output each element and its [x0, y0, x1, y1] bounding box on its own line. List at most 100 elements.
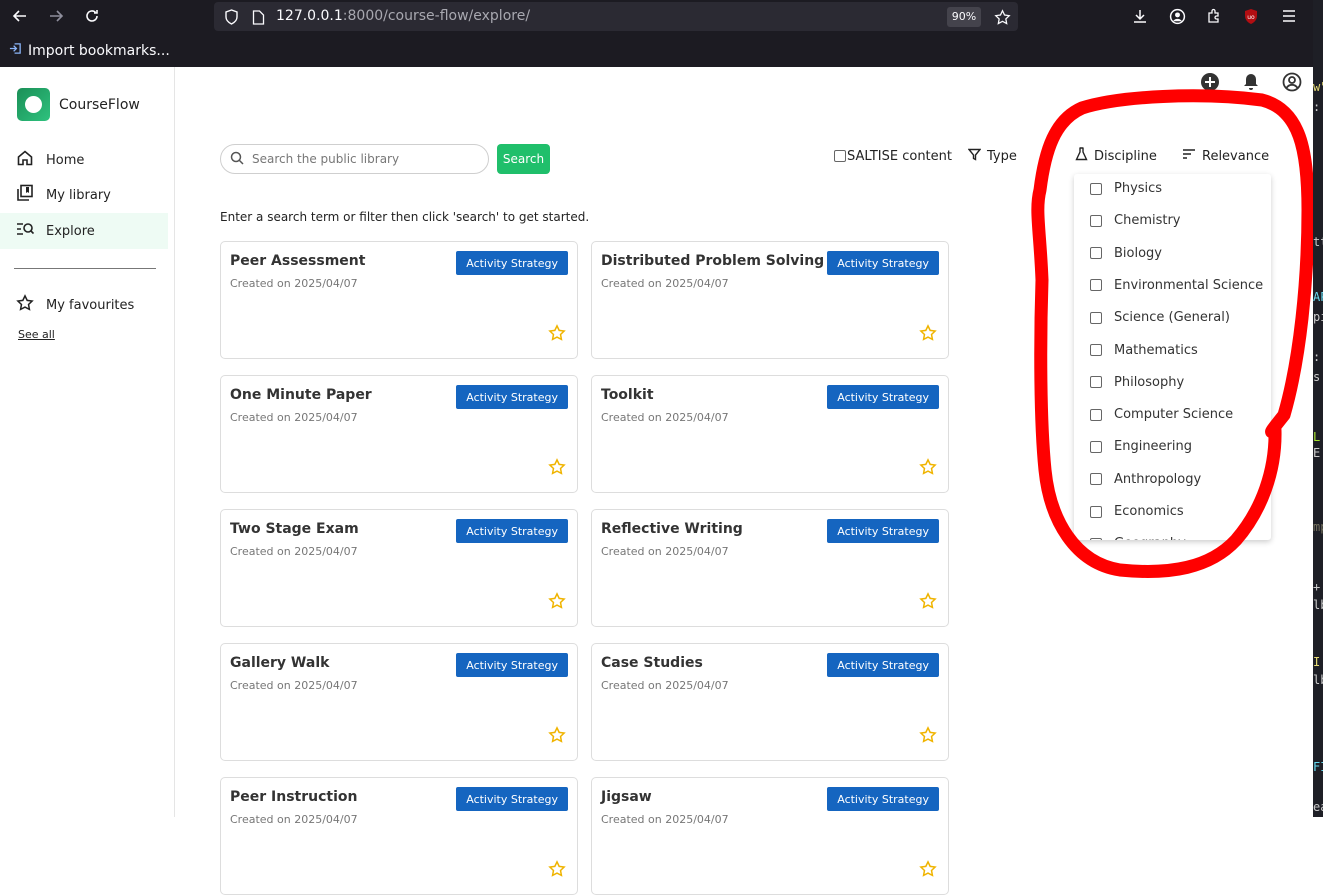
downloads-icon[interactable] — [1129, 5, 1151, 27]
favourite-star-icon[interactable] — [919, 860, 937, 878]
favourite-star-icon[interactable] — [548, 860, 566, 878]
bookmark-star-icon[interactable] — [991, 6, 1013, 28]
resource-card[interactable]: Toolkit Created on 2025/04/07 Activity Str… — [591, 375, 949, 493]
menu-icon[interactable] — [1278, 5, 1300, 27]
saltise-filter[interactable]: SALTISE content — [834, 145, 952, 167]
resource-card[interactable]: Peer Instruction Created on 2025/04/07 Act… — [220, 777, 578, 895]
discipline-option[interactable]: Anthropology — [1090, 472, 1201, 487]
discipline-option-label: Anthropology — [1114, 471, 1202, 487]
bell-icon[interactable] — [1240, 71, 1262, 93]
favourite-star-icon[interactable] — [548, 324, 566, 342]
resource-card[interactable]: Jigsaw Created on 2025/04/07 Activity Stra… — [591, 777, 949, 895]
discipline-option[interactable]: Environmental Science — [1090, 278, 1263, 293]
account-icon[interactable] — [1281, 71, 1303, 93]
discipline-option[interactable]: Philosophy — [1090, 375, 1184, 390]
discipline-option[interactable]: Computer Science — [1090, 407, 1233, 422]
favourite-star-icon[interactable] — [919, 324, 937, 342]
discipline-checkbox[interactable] — [1090, 214, 1102, 227]
search-box[interactable] — [220, 144, 489, 174]
import-icon — [9, 42, 22, 59]
discipline-checkbox[interactable] — [1090, 182, 1102, 195]
card-title[interactable]: Peer Assessment — [230, 253, 365, 269]
import-bookmarks-link[interactable]: Import bookmarks... — [9, 42, 170, 59]
ublock-icon[interactable]: uo — [1240, 5, 1262, 27]
forward-arrow-icon[interactable] — [45, 5, 67, 27]
resource-card[interactable]: Reflective Writing Created on 2025/04/07 A… — [591, 509, 949, 627]
discipline-option-label: Engineering — [1114, 439, 1192, 455]
card-title[interactable]: Distributed Problem Solving — [601, 253, 824, 269]
discipline-option-label: Philosophy — [1114, 374, 1185, 390]
card-date: Created on 2025/04/07 — [601, 545, 729, 558]
search-input[interactable] — [252, 152, 472, 166]
discipline-option[interactable]: Mathematics — [1090, 343, 1198, 358]
discipline-option[interactable]: Chemistry — [1090, 213, 1181, 228]
sidebar-item-my-favourites[interactable]: My favourites — [0, 287, 168, 323]
card-title[interactable]: Case Studies — [601, 655, 703, 671]
sidebar-item-my-library[interactable]: My library — [0, 177, 168, 213]
shield-icon[interactable] — [220, 6, 242, 28]
star-outline-icon — [16, 294, 34, 316]
favourite-star-icon[interactable] — [548, 726, 566, 744]
card-title[interactable]: One Minute Paper — [230, 387, 372, 403]
discipline-option[interactable]: Engineering — [1090, 439, 1192, 454]
search-button[interactable]: Search — [497, 144, 550, 174]
favourite-star-icon[interactable] — [919, 726, 937, 744]
sidebar-item-label: My library — [46, 187, 111, 203]
url-text[interactable]: 127.0.0.1:8000/course-flow/explore/ — [276, 8, 530, 24]
card-date: Created on 2025/04/07 — [230, 411, 358, 424]
resource-card[interactable]: Distributed Problem Solving Created on 20… — [591, 241, 949, 359]
back-arrow-icon[interactable] — [9, 5, 31, 27]
favourite-star-icon[interactable] — [919, 458, 937, 476]
discipline-checkbox[interactable] — [1090, 537, 1102, 540]
brand[interactable]: CourseFlow — [17, 88, 140, 121]
discipline-checkbox[interactable] — [1090, 440, 1102, 453]
resource-card[interactable]: Two Stage Exam Created on 2025/04/07 Activ… — [220, 509, 578, 627]
sidebar-divider — [14, 268, 156, 269]
card-title[interactable]: Toolkit — [601, 387, 654, 403]
favourite-star-icon[interactable] — [919, 592, 937, 610]
type-label: Type — [987, 148, 1017, 164]
discipline-checkbox[interactable] — [1090, 311, 1102, 324]
page-icon[interactable] — [247, 6, 269, 28]
discipline-option[interactable]: Biology — [1090, 246, 1162, 261]
reload-icon[interactable] — [81, 5, 103, 27]
discipline-checkbox[interactable] — [1090, 473, 1102, 486]
sidebar-item-explore[interactable]: Explore — [0, 213, 168, 249]
resource-card[interactable]: Peer Assessment Created on 2025/04/07 Acti… — [220, 241, 578, 359]
add-circle-icon[interactable] — [1199, 71, 1221, 93]
resource-card[interactable]: Case Studies Created on 2025/04/07 Activit… — [591, 643, 949, 761]
card-title[interactable]: Reflective Writing — [601, 521, 743, 537]
saltise-checkbox[interactable] — [834, 150, 846, 162]
favourite-star-icon[interactable] — [548, 458, 566, 476]
sidebar-item-home[interactable]: Home — [0, 142, 168, 178]
zoom-level[interactable]: 90% — [947, 7, 981, 27]
extensions-icon[interactable] — [1203, 5, 1225, 27]
card-title[interactable]: Jigsaw — [601, 789, 652, 805]
filter-icon — [967, 148, 982, 165]
discipline-checkbox[interactable] — [1090, 247, 1102, 260]
discipline-option[interactable]: Physics — [1090, 181, 1162, 196]
discipline-option[interactable]: Geography — [1090, 536, 1186, 540]
resource-card[interactable]: Gallery Walk Created on 2025/04/07 Activit… — [220, 643, 578, 761]
card-date: Created on 2025/04/07 — [601, 679, 729, 692]
discipline-option[interactable]: Economics — [1090, 504, 1184, 519]
discipline-option-label: Chemistry — [1114, 213, 1181, 229]
discipline-checkbox[interactable] — [1090, 505, 1102, 518]
sort-filter[interactable]: Relevance — [1182, 145, 1269, 167]
discipline-checkbox[interactable] — [1090, 376, 1102, 389]
type-filter[interactable]: Type — [967, 145, 1017, 167]
url-path: :8000/course-flow/explore/ — [342, 8, 531, 24]
resource-card[interactable]: One Minute Paper Created on 2025/04/07 Act… — [220, 375, 578, 493]
discipline-checkbox[interactable] — [1090, 279, 1102, 292]
discipline-checkbox[interactable] — [1090, 344, 1102, 356]
card-title[interactable]: Peer Instruction — [230, 789, 357, 805]
account-circle-icon[interactable] — [1166, 5, 1188, 27]
url-bar[interactable]: 127.0.0.1:8000/course-flow/explore/ 90% — [214, 2, 1018, 31]
discipline-option[interactable]: Science (General) — [1090, 310, 1230, 325]
card-title[interactable]: Gallery Walk — [230, 655, 329, 671]
discipline-checkbox[interactable] — [1090, 408, 1102, 421]
favourite-star-icon[interactable] — [548, 592, 566, 610]
see-all-link[interactable]: See all — [18, 328, 55, 341]
card-title[interactable]: Two Stage Exam — [230, 521, 359, 537]
discipline-filter[interactable]: Discipline — [1075, 145, 1157, 167]
